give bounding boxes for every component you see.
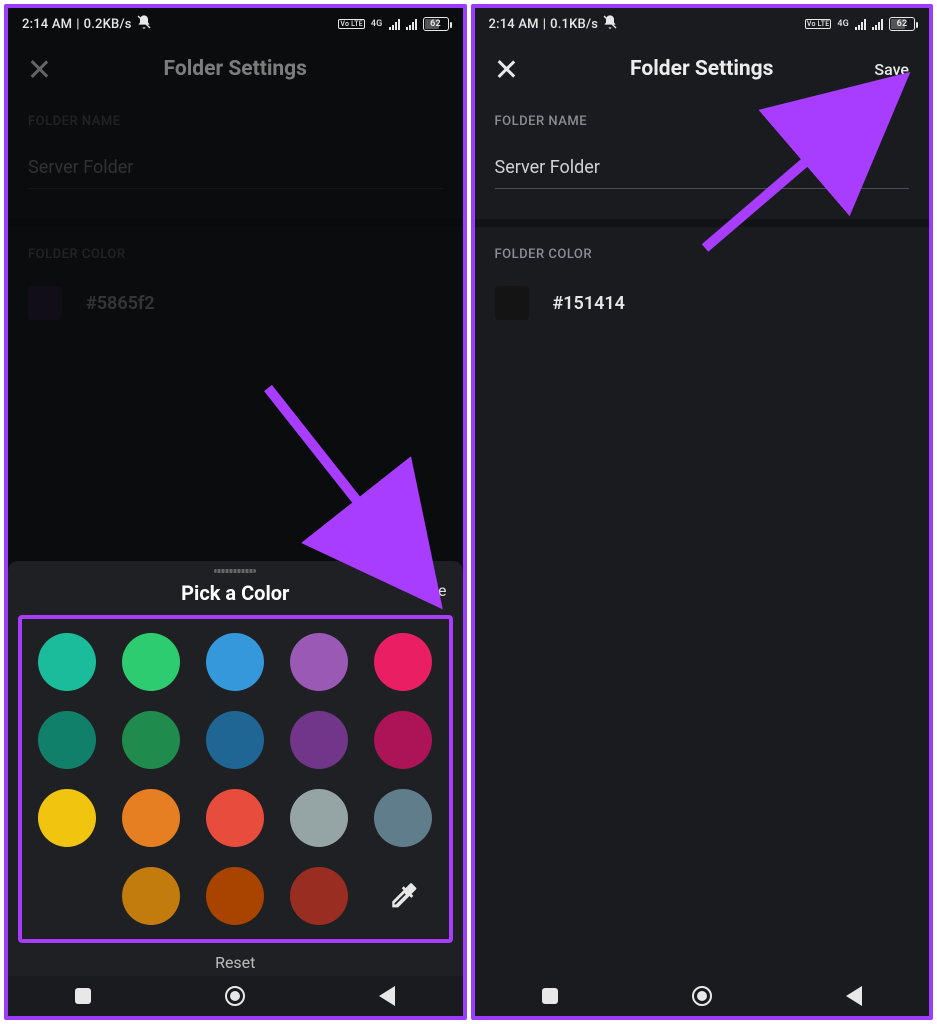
color-swatch-option[interactable] [38,789,96,847]
color-swatch-option[interactable] [122,867,180,925]
color-swatch-option[interactable] [38,633,96,691]
nav-back-icon[interactable] [846,986,862,1006]
color-swatch-option[interactable] [290,711,348,769]
phone-right: 2:14 AM | 0.1KB/s Vo LTE 4G 62 Folder Se… [471,4,934,1020]
bell-off-icon [136,14,152,34]
folder-color-swatch [495,286,529,320]
color-palette [18,615,453,943]
status-speed: 0.1KB/s [550,17,598,32]
folder-color-swatch [28,286,62,320]
close-icon[interactable] [28,58,50,80]
eyedropper-icon[interactable] [374,867,432,925]
color-swatch-option[interactable] [122,789,180,847]
sheet-handle[interactable] [214,569,256,573]
folder-name-label: FOLDER NAME [495,114,910,129]
divider [475,219,930,227]
nav-back-icon[interactable] [379,986,395,1006]
android-nav-bar [475,976,930,1016]
status-time: 2:14 AM [489,17,539,32]
nav-home-icon[interactable] [225,986,245,1006]
color-swatch-option[interactable] [374,789,432,847]
phone-left: 2:14 AM | 0.2KB/s Vo LTE 4G 62 Folder Se… [4,4,467,1020]
sheet-save-button[interactable]: Save [412,581,446,600]
page-title: Folder Settings [630,57,773,81]
folder-color-hex: #151414 [553,293,625,314]
color-swatch-option[interactable] [290,867,348,925]
folder-color-label: FOLDER COLOR [495,247,910,262]
bell-off-icon [602,14,618,34]
sheet-title: Pick a Color [181,581,289,605]
fourg-label: 4G [837,20,849,29]
folder-color-hex: #5865f2 [86,293,155,314]
folder-color-row[interactable]: #151414 [495,286,910,320]
color-swatch-option[interactable] [206,867,264,925]
color-picker-sheet: Pick a Color Save Reset [8,561,463,976]
volte-icon: Vo LTE [805,19,831,29]
color-swatch-option[interactable] [206,711,264,769]
color-swatch-option[interactable] [206,633,264,691]
save-button[interactable]: Save [874,60,909,79]
fourg-label: 4G [371,20,383,29]
status-bar: 2:14 AM | 0.1KB/s Vo LTE 4G 62 [475,8,930,40]
color-swatch-option[interactable] [374,633,432,691]
color-swatch-option[interactable] [122,633,180,691]
reset-button[interactable]: Reset [8,943,463,976]
signal-icon [855,18,866,30]
folder-name-input[interactable] [28,153,443,189]
nav-home-icon[interactable] [692,986,712,1006]
folder-name-label: FOLDER NAME [28,114,443,129]
folder-name-input[interactable] [495,153,910,189]
nav-recent-icon[interactable] [542,988,558,1004]
battery-icon: 62 [423,17,449,31]
close-icon[interactable] [495,58,517,80]
color-swatch-option[interactable] [290,789,348,847]
signal-icon-2 [872,18,883,30]
color-swatch-option[interactable] [122,711,180,769]
volte-icon: Vo LTE [338,19,364,29]
color-swatch-option[interactable] [206,789,264,847]
folder-color-label: FOLDER COLOR [28,247,443,262]
nav-recent-icon[interactable] [75,988,91,1004]
status-time: 2:14 AM [22,17,72,32]
color-swatch-option[interactable] [38,711,96,769]
signal-icon [389,18,400,30]
status-bar: 2:14 AM | 0.2KB/s Vo LTE 4G 62 [8,8,463,40]
app-header: Folder Settings [8,40,463,102]
color-swatch-option[interactable] [290,633,348,691]
divider [8,219,463,227]
signal-icon-2 [406,18,417,30]
folder-color-row[interactable]: #5865f2 [28,286,443,320]
page-title: Folder Settings [164,57,307,81]
battery-icon: 62 [889,17,915,31]
color-swatch-option[interactable] [374,711,432,769]
app-header: Folder Settings Save [475,40,930,102]
status-speed: 0.2KB/s [84,17,132,32]
android-nav-bar [8,976,463,1016]
